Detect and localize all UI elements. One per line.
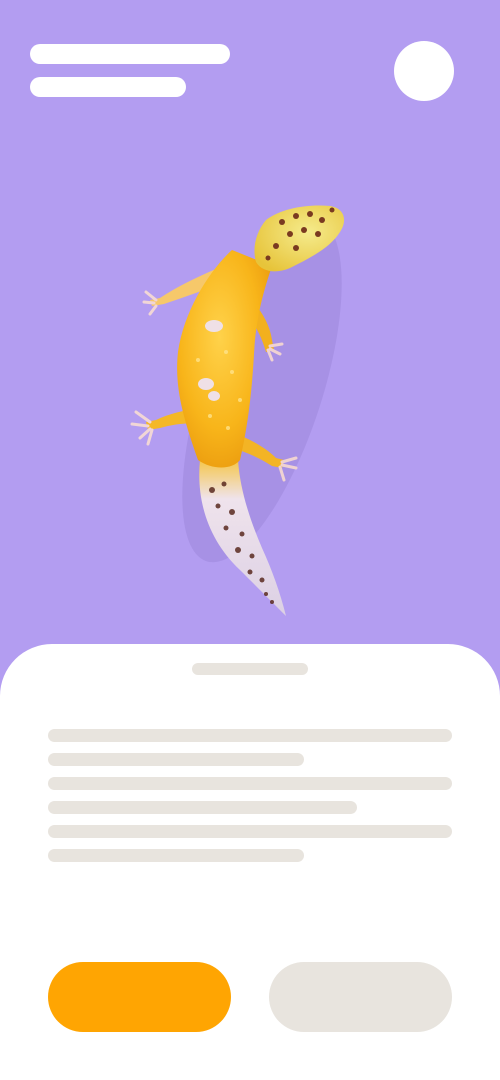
bottom-sheet — [0, 644, 500, 1080]
text-placeholder-line — [48, 753, 304, 766]
text-placeholder-line — [48, 849, 304, 862]
app-screen — [0, 0, 500, 1080]
profile-avatar-button[interactable] — [394, 41, 454, 101]
subtitle-placeholder — [30, 77, 186, 97]
text-placeholder-line — [48, 801, 357, 814]
title-placeholder — [30, 44, 230, 64]
text-placeholder-line — [48, 825, 452, 838]
secondary-button[interactable] — [269, 962, 452, 1032]
text-placeholder-line — [48, 729, 452, 742]
sheet-drag-handle[interactable] — [192, 663, 308, 675]
gecko-hero-image — [130, 205, 345, 616]
primary-button[interactable] — [48, 962, 231, 1032]
text-placeholder-line — [48, 777, 452, 790]
